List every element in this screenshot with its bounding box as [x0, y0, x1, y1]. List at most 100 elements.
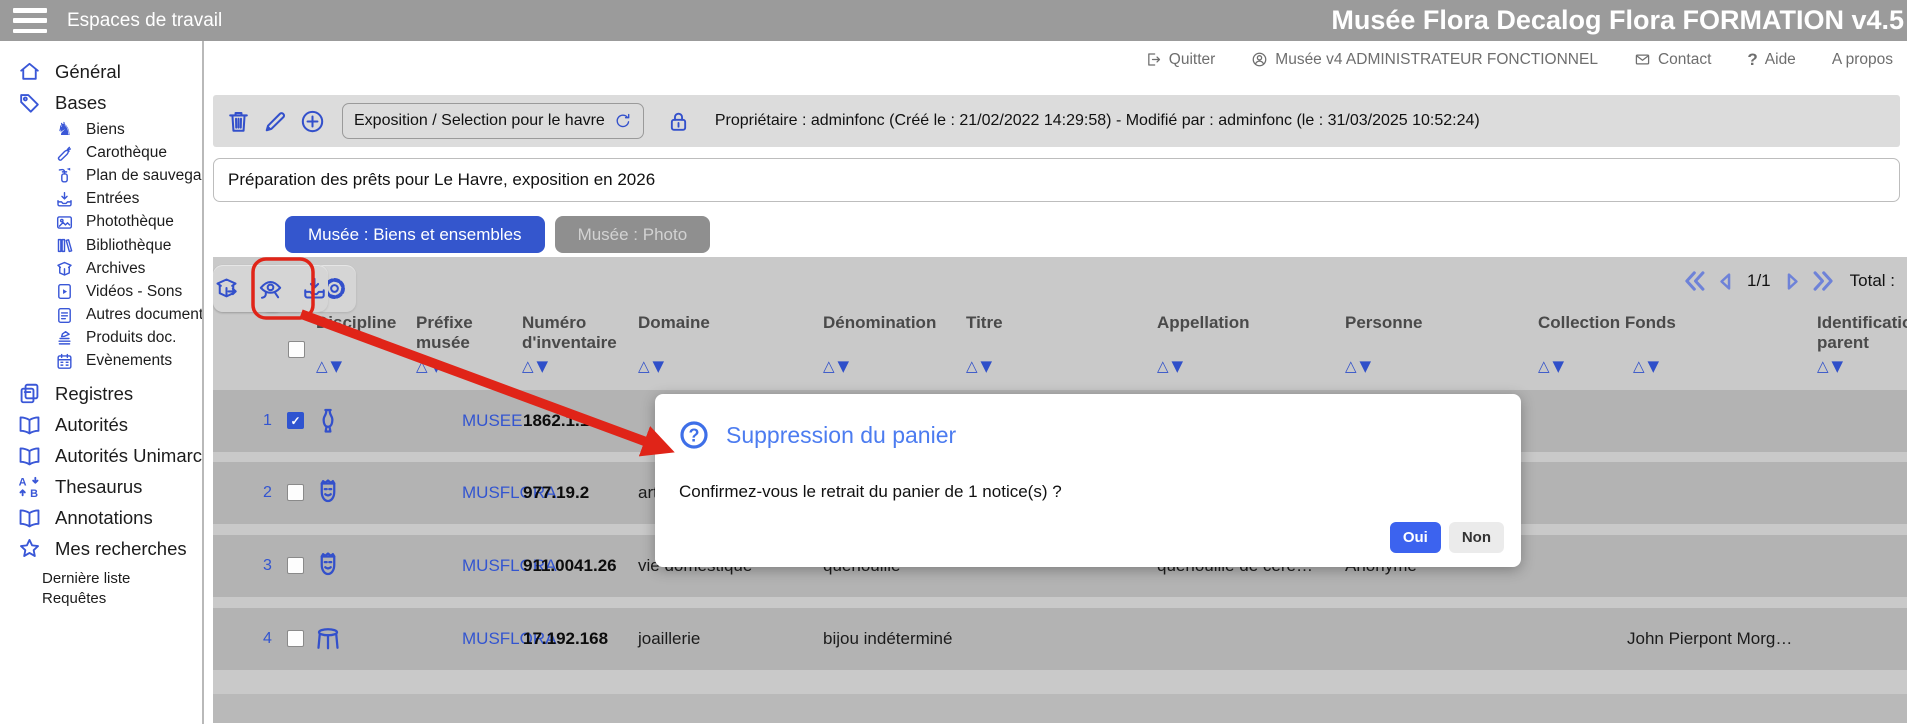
sidebar-item-annotations[interactable]: Annotations [0, 502, 202, 533]
sort-arrows[interactable]: △▼ [522, 357, 548, 375]
help-button[interactable]: ? Aide [1747, 50, 1795, 70]
vase-icon [313, 404, 343, 438]
row-number-link[interactable]: 4 [263, 630, 272, 648]
row-number-link[interactable]: 3 [263, 557, 272, 575]
last-page-icon[interactable] [1809, 267, 1837, 295]
sidebar-item-bibliotheque[interactable]: Bibliothèque [0, 234, 202, 257]
first-page-icon[interactable] [1681, 267, 1709, 295]
image-icon [55, 213, 74, 232]
row-number-link[interactable]: 2 [263, 484, 272, 502]
lock-icon[interactable] [666, 107, 691, 136]
contact-button[interactable]: Contact [1634, 51, 1711, 69]
sort-asc-icon[interactable]: △ [1633, 357, 1645, 375]
sort-desc-icon[interactable]: ▼ [1360, 357, 1372, 375]
sort-asc-icon[interactable]: △ [522, 357, 534, 375]
quit-button[interactable]: Quitter [1145, 51, 1216, 69]
sort-arrows[interactable]: △▼ [1817, 357, 1843, 375]
sort-arrows[interactable]: △▼ [1538, 357, 1564, 375]
sort-desc-icon[interactable]: ▼ [331, 357, 343, 375]
sort-arrows[interactable]: △▼ [416, 357, 442, 375]
sidebar-item-registres[interactable]: Registres [0, 378, 202, 409]
sort-arrows[interactable]: △▼ [823, 357, 849, 375]
cell-fonds: John Pierpont Morg… [1627, 629, 1792, 649]
sidebar-item-autres-documents[interactable]: Autres documents [0, 304, 202, 327]
sidebar-item-biens[interactable]: ♞Biens [0, 118, 202, 141]
no-button[interactable]: Non [1449, 522, 1504, 553]
sidebar-item-carotheque[interactable]: Carothèque [0, 141, 202, 164]
add-basket-icon[interactable] [299, 108, 326, 135]
sort-arrows[interactable]: △▼ [1633, 357, 1659, 375]
sort-asc-icon[interactable]: △ [638, 357, 650, 375]
export-tools-button[interactable] [213, 265, 328, 312]
sort-desc-icon[interactable]: ▼ [1172, 357, 1184, 375]
sidebar-item-autorites-unimarc[interactable]: Autorités Unimarc [0, 440, 202, 471]
sort-desc-icon[interactable]: ▼ [1553, 357, 1565, 375]
sidebar-item-bases[interactable]: Bases [0, 87, 202, 118]
sidebar-item-requetes[interactable]: Requêtes [0, 588, 202, 608]
next-page-icon[interactable] [1780, 269, 1805, 294]
sidebar-item-derniere-liste[interactable]: Dernière liste [0, 568, 202, 588]
sidebar-item-autorites[interactable]: Autorités [0, 409, 202, 440]
row-checkbox[interactable] [287, 412, 304, 429]
page-indicator: 1/1 [1747, 271, 1771, 291]
cell-prefix[interactable]: MUSEE [462, 411, 522, 431]
app-title: Musée Flora Decalog Flora FORMATION v4.5 [1331, 5, 1904, 36]
sort-arrows[interactable]: △▼ [1157, 357, 1183, 375]
previous-page-icon[interactable] [1713, 269, 1738, 294]
table-row: 4MUSFLORA17.192.168joailleriebijou indét… [213, 608, 1907, 670]
yes-button[interactable]: Oui [1390, 522, 1441, 553]
sort-asc-icon[interactable]: △ [416, 357, 428, 375]
sidebar-item-videos-sons[interactable]: Vidéos - Sons [0, 280, 202, 303]
partial-row [213, 694, 1907, 723]
sort-arrows[interactable]: △▼ [316, 357, 342, 375]
tab-photo[interactable]: Musée : Photo [555, 216, 711, 253]
row-checkbox[interactable] [287, 630, 304, 647]
hamburger-menu-icon[interactable] [13, 8, 47, 33]
sidebar-item-mes-recherches[interactable]: Mes recherches [0, 533, 202, 564]
sidebar-item-label: Biens [86, 121, 125, 139]
sidebar-item-plan-de-sauvegarde[interactable]: Plan de sauvegarde [0, 164, 202, 187]
sidebar-item-label: Plan de sauvegarde [86, 167, 204, 185]
calendar-icon [55, 352, 74, 371]
column-header: Collection Fonds [1538, 313, 1708, 333]
row-checkbox[interactable] [287, 484, 304, 501]
row-number-link[interactable]: 1 [263, 412, 272, 430]
about-button[interactable]: A propos [1832, 51, 1893, 69]
sidebar-item-archives[interactable]: Archives [0, 257, 202, 280]
workspace-label[interactable]: Espaces de travail [67, 10, 222, 32]
eye-horus-icon [257, 275, 284, 302]
sidebar-item-evenements[interactable]: Evènements [0, 350, 202, 373]
sort-desc-icon[interactable]: ▼ [1648, 357, 1660, 375]
sort-desc-icon[interactable]: ▼ [1832, 357, 1844, 375]
column-header: Discipline [316, 313, 411, 333]
sort-asc-icon[interactable]: △ [316, 357, 328, 375]
current-user[interactable]: Musée v4 ADMINISTRATEUR FONCTIONNEL [1251, 51, 1598, 69]
sort-asc-icon[interactable]: △ [966, 357, 978, 375]
edit-basket-icon[interactable] [262, 108, 289, 135]
sort-desc-icon[interactable]: ▼ [537, 357, 549, 375]
sort-desc-icon[interactable]: ▼ [838, 357, 850, 375]
row-checkbox[interactable] [287, 557, 304, 574]
sort-asc-icon[interactable]: △ [1157, 357, 1169, 375]
tab-biens-et-ensembles[interactable]: Musée : Biens et ensembles [285, 216, 545, 253]
sidebar-item-entrees[interactable]: Entrées [0, 188, 202, 211]
sort-asc-icon[interactable]: △ [1817, 357, 1829, 375]
sort-desc-icon[interactable]: ▼ [653, 357, 665, 375]
sidebar-item-produits-doc[interactable]: Produits doc. [0, 327, 202, 350]
sort-desc-icon[interactable]: ▼ [431, 357, 443, 375]
select-all-checkbox[interactable] [288, 341, 305, 358]
sort-asc-icon[interactable]: △ [1538, 357, 1550, 375]
sort-arrows[interactable]: △▼ [638, 357, 664, 375]
sort-desc-icon[interactable]: ▼ [981, 357, 993, 375]
sidebar-item-general[interactable]: Général [0, 56, 202, 87]
sort-asc-icon[interactable]: △ [1345, 357, 1357, 375]
sort-arrows[interactable]: △▼ [1345, 357, 1371, 375]
column-header: Numéro d'inventaire [522, 313, 640, 354]
sidebar-item-phototheque[interactable]: Photothèque [0, 211, 202, 234]
sort-arrows[interactable]: △▼ [966, 357, 992, 375]
sidebar-item-thesaurus[interactable]: ABThesaurus [0, 471, 202, 502]
delete-basket-icon[interactable] [225, 108, 252, 135]
sort-asc-icon[interactable]: △ [823, 357, 835, 375]
basket-selector[interactable]: Exposition / Selection pour le havre [342, 103, 644, 139]
basket-description[interactable]: Préparation des prêts pour Le Havre, exp… [213, 158, 1900, 202]
